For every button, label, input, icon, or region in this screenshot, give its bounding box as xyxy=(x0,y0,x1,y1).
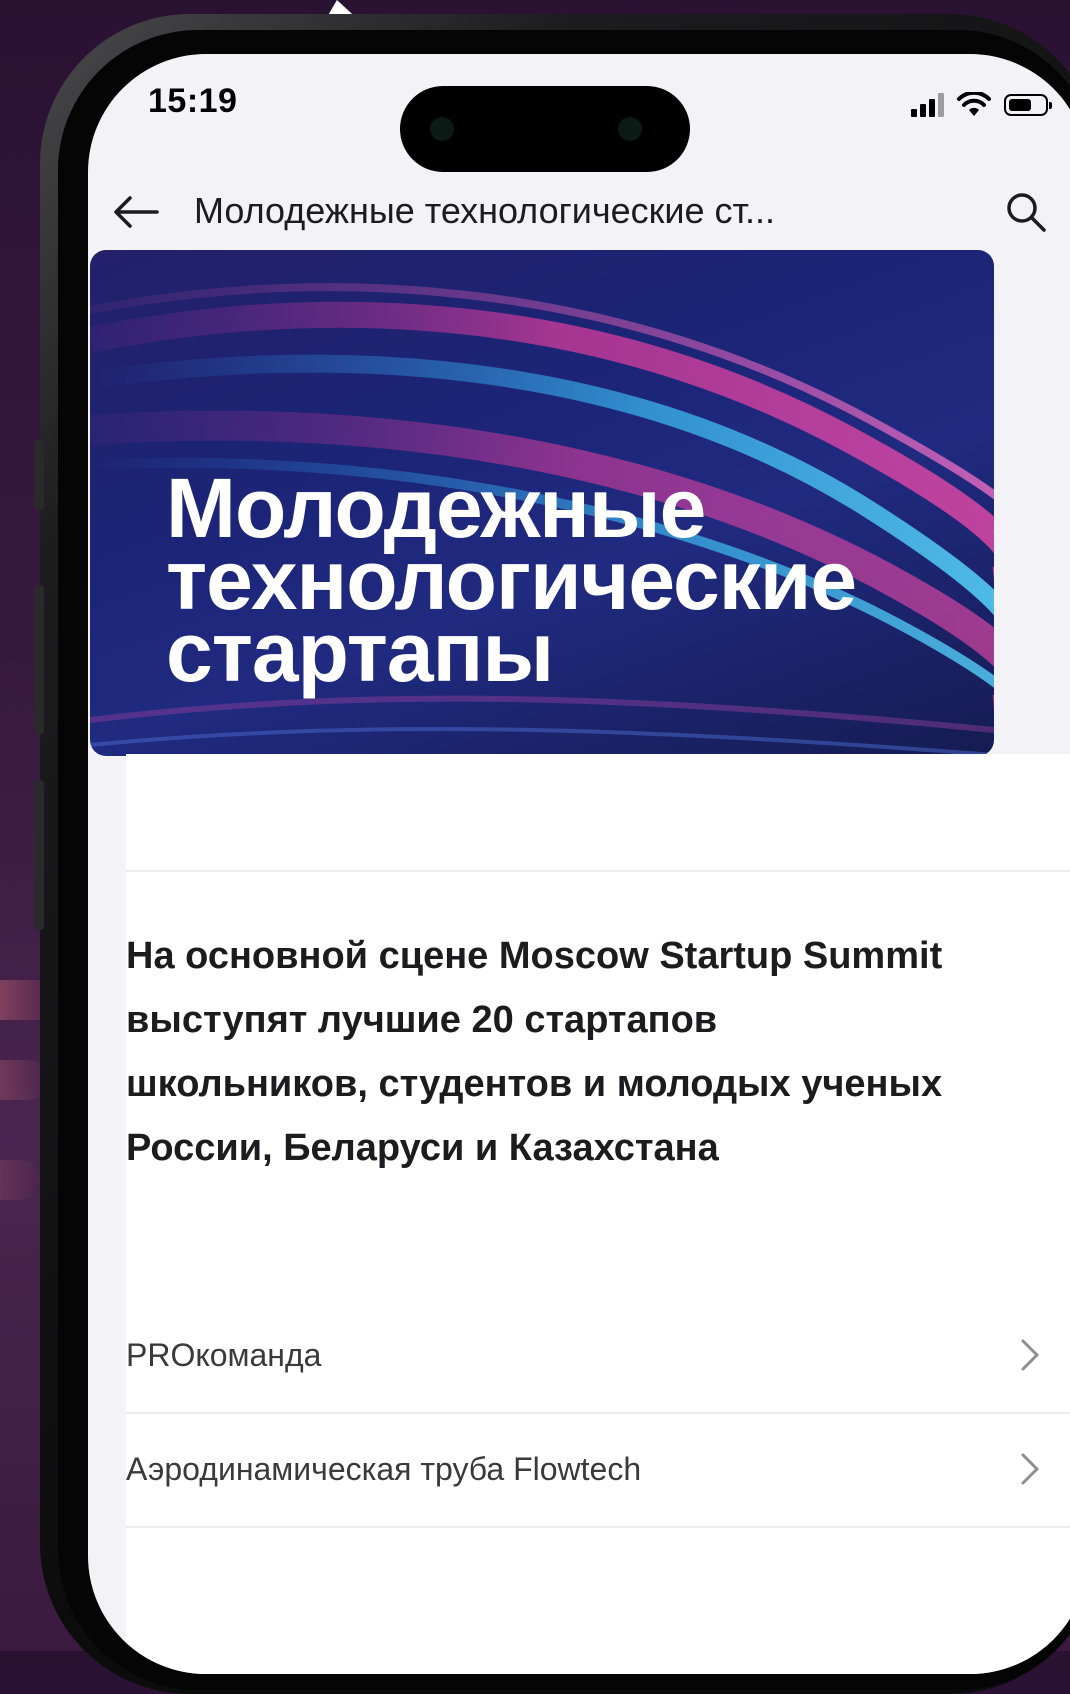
background-streak xyxy=(0,1160,40,1200)
chevron-right-icon xyxy=(1021,1453,1039,1485)
phone-screen: 15:19 Молодежные технологические ст... М… xyxy=(88,54,1070,1674)
arrow-left-icon xyxy=(114,196,159,228)
camera-icon xyxy=(618,117,642,141)
hero-banner: Молодежные технологические стартапы xyxy=(90,250,994,756)
banner-title: Молодежные технологические стартапы xyxy=(166,466,966,694)
back-button[interactable] xyxy=(108,184,164,240)
chevron-right-icon xyxy=(1021,1339,1039,1371)
search-button[interactable] xyxy=(996,182,1056,242)
list-item[interactable]: Аэродинамическая труба Flowtech xyxy=(126,1412,1070,1526)
volume-down-button xyxy=(34,780,44,930)
list-item[interactable]: PROкоманда xyxy=(126,1298,1070,1412)
divider xyxy=(126,1526,1070,1528)
divider xyxy=(126,870,1070,872)
mute-switch xyxy=(34,440,44,510)
volume-up-button xyxy=(34,585,44,735)
list-item-label: PROкоманда xyxy=(126,1336,322,1373)
navigation-bar: Молодежные технологические ст... xyxy=(88,174,1070,254)
content-panel: На основной сцене Moscow Startup Summit … xyxy=(126,754,1070,1674)
dynamic-island xyxy=(400,86,690,172)
status-time: 15:19 xyxy=(148,82,238,120)
wifi-icon xyxy=(957,92,991,116)
status-icons xyxy=(911,90,1052,120)
lead-text: На основной сцене Moscow Startup Summit … xyxy=(126,935,943,1169)
battery-icon xyxy=(1004,94,1052,116)
page-title: Молодежные технологические ст... xyxy=(194,190,776,231)
list-item-label: Аэродинамическая труба Flowtech xyxy=(126,1450,642,1487)
search-icon xyxy=(1007,193,1046,232)
cellular-signal-icon xyxy=(911,93,944,117)
sensor-icon xyxy=(430,117,454,141)
